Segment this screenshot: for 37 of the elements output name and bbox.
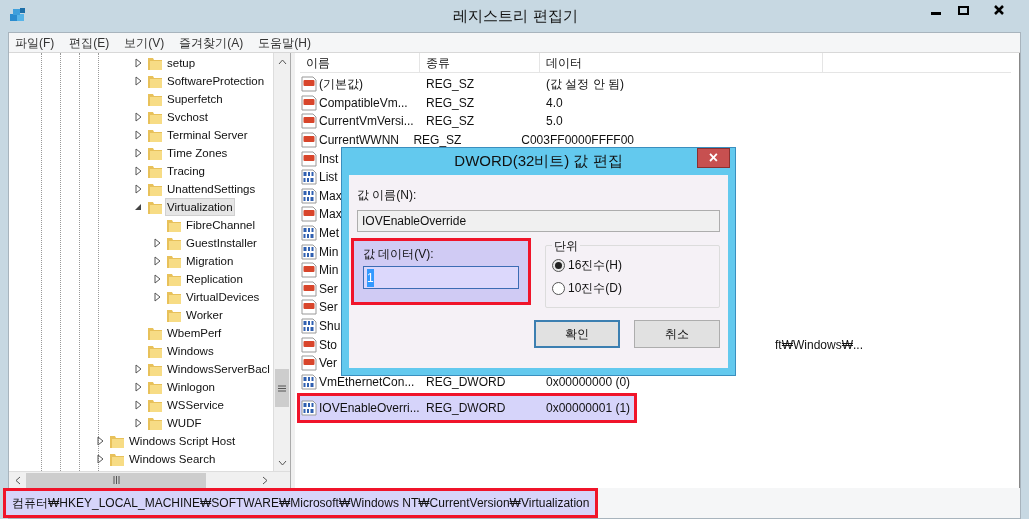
dialog-title: DWORD(32비트) 값 편집 xyxy=(454,151,623,172)
value-data: 0x00000001 (1) xyxy=(545,400,631,418)
value-data: (값 설정 안 됨) xyxy=(545,76,624,94)
value-data: 0x00000000 (0) xyxy=(545,373,631,391)
value-name: IOVEnableOverri... xyxy=(319,400,420,418)
value-type: REG_SZ xyxy=(425,94,475,112)
value-data: ft₩Windows₩... xyxy=(774,336,864,354)
value-data: C003FF0000FFFF00 xyxy=(520,132,634,150)
value-type: REG_SZ xyxy=(412,132,463,150)
window-title: 레지스트리 편집기 xyxy=(453,5,578,26)
value-name: VmEthernetCon... xyxy=(319,373,415,391)
value-type: REG_DWORD xyxy=(425,373,507,391)
value-name-field: IOVEnableOverride xyxy=(357,210,720,232)
value-name: Sto xyxy=(319,336,337,354)
value-type: REG_SZ xyxy=(425,113,475,131)
value-name: CompatibleVm... xyxy=(319,94,408,112)
value-data: 5.0 xyxy=(545,113,563,131)
value-name: CurrentVmVersi... xyxy=(319,113,414,131)
value-name: Ver xyxy=(319,355,337,373)
value-data-label: 값 데이터(V): xyxy=(363,246,435,263)
value-name: (기본값) xyxy=(319,76,363,94)
status-path: 컴퓨터₩HKEY_LOCAL_MACHINE₩SOFTWARE₩Microsoft₩Windows NT₩CurrentVersion₩Virtualization xyxy=(12,495,590,512)
value-name-label: 값 이름(N): xyxy=(357,187,418,204)
value-name: CurrentWWNN xyxy=(319,132,399,150)
value-type: REG_SZ xyxy=(425,76,475,94)
value-name: List xyxy=(319,169,338,187)
value-name: Inst xyxy=(319,150,339,168)
value-name: Min xyxy=(319,243,339,261)
value-name: Max xyxy=(319,206,342,224)
value-name: Shu xyxy=(319,318,341,335)
value-name: Met xyxy=(319,225,339,243)
value-data: 4.0 xyxy=(545,94,563,112)
value-name: Ser xyxy=(319,299,338,317)
value-name: Min xyxy=(319,262,339,280)
value-type: REG_DWORD xyxy=(425,400,507,418)
value-name: Ser xyxy=(319,280,338,298)
value-name: Max xyxy=(319,187,342,205)
